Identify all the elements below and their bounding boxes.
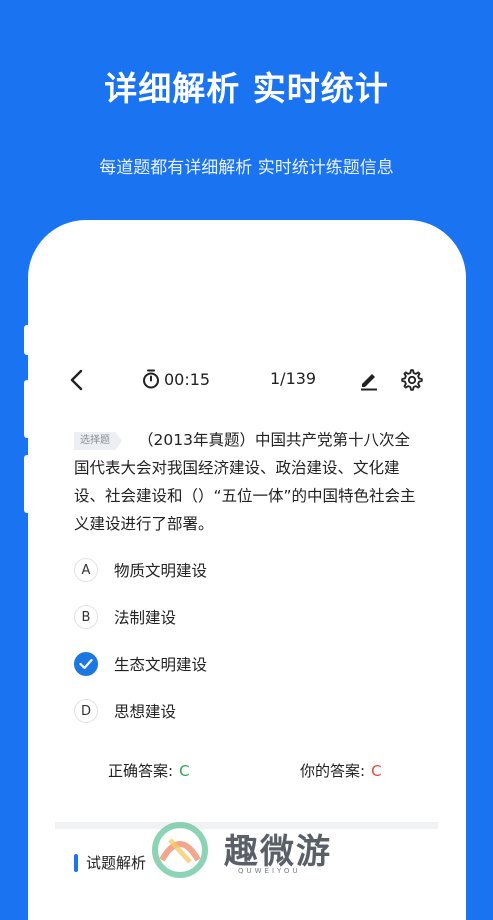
your-answer-value: C — [371, 762, 382, 780]
option-a[interactable]: A 物质文明建设 — [74, 558, 207, 582]
question-toolbar: 00:15 1/139 — [60, 365, 440, 395]
watermark-subtext: QUWEIYOU — [238, 867, 301, 875]
option-text: 法制建设 — [114, 609, 177, 627]
option-checked-indicator — [74, 652, 98, 676]
watermark-text: 趣微游 — [224, 832, 332, 872]
question-progress: 1/139 — [270, 369, 317, 388]
stopwatch-icon — [143, 369, 159, 389]
option-key: B — [74, 605, 98, 629]
timer-value: 00:15 — [164, 369, 211, 389]
question-type-tag: 选择题 — [74, 432, 122, 450]
option-text: 生态文明建设 — [114, 656, 208, 674]
watermark-logo-icon — [152, 822, 208, 878]
question-text: （2013年真题）中国共产党第十八次全国代表大会对我国经济建设、政治建设、文化建… — [74, 431, 416, 533]
promo-title: 详细解析 实时统计 — [104, 69, 389, 108]
promo-subtitle: 每道题都有详细解析 实时统计练题信息 — [99, 158, 394, 178]
option-key: D — [74, 699, 98, 723]
watermark: 趣微游 QUWEIYOU — [152, 820, 352, 879]
option-c[interactable]: 生态文明建设 — [74, 652, 207, 676]
question-stem: 选择题 （2013年真题）中国共产党第十八次全国代表大会对我国经济建设、政治建设、… — [74, 426, 419, 538]
analysis-label: 试题解析 — [86, 854, 147, 872]
checkmark-icon — [79, 658, 93, 670]
option-b[interactable]: B 法制建设 — [74, 605, 176, 629]
option-text: 物质文明建设 — [114, 562, 208, 580]
back-icon[interactable] — [68, 369, 86, 391]
your-answer: 你的答案: C — [300, 760, 382, 781]
correct-answer-value: C — [179, 762, 190, 780]
timer: 00:15 — [142, 369, 210, 389]
correct-answer: 正确答案: C — [108, 760, 190, 781]
correct-answer-label: 正确答案: — [108, 762, 174, 780]
your-answer-label: 你的答案: — [300, 762, 366, 780]
edit-icon[interactable] — [358, 369, 380, 391]
analysis-accent-bar — [74, 853, 78, 872]
option-key: A — [74, 558, 98, 582]
option-text: 思想建设 — [114, 703, 177, 721]
gear-icon[interactable] — [400, 368, 424, 392]
option-d[interactable]: D 思想建设 — [74, 699, 176, 723]
analysis-header: 试题解析 — [74, 852, 146, 873]
